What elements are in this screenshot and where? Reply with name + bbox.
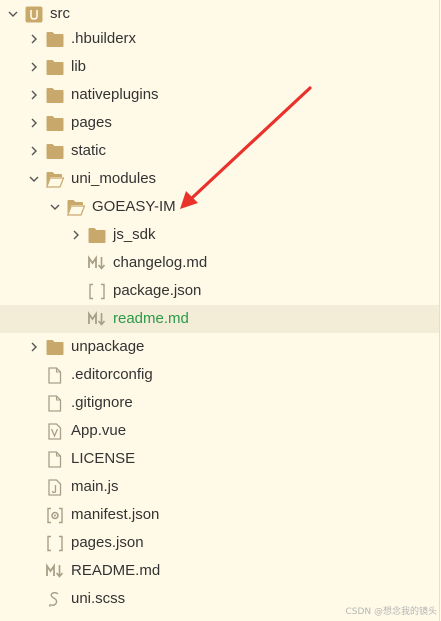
file-icon [48,451,62,468]
tree-item-package-json[interactable]: package.json [0,277,439,305]
tree-item-readme-root[interactable]: README.md [0,557,439,585]
tree-item-label: main.js [71,478,119,495]
chevron-right-icon[interactable] [71,230,81,240]
folder-icon [46,88,64,103]
chevron-right-icon[interactable] [29,34,39,44]
file-icon [48,395,62,412]
folder-open-icon [46,172,64,188]
tree-item-label: uni_modules [71,170,157,187]
folder-icon [46,60,64,75]
tree-item-uni-modules[interactable]: uni_modules [0,165,439,193]
tree-item-src[interactable]: src [0,0,439,28]
tree-item-app-vue[interactable]: App.vue [0,417,439,445]
tree-item-label: nativeplugins [71,86,159,103]
scss-file-icon [48,591,59,607]
tree-item-editorconfig[interactable]: .editorconfig [0,361,439,389]
tree-item-label: unpackage [71,338,145,355]
chevron-right-icon[interactable] [29,342,39,352]
markdown-icon [88,311,106,326]
js-file-icon [48,479,62,496]
tree-item-js-sdk[interactable]: js_sdk [0,221,439,249]
chevron-down-icon[interactable] [8,9,18,19]
folder-icon [46,32,64,47]
tree-item-changelog-md[interactable]: changelog.md [0,249,439,277]
tree-item-label: changelog.md [113,254,208,271]
tree-item-label: .hbuilderx [71,30,137,47]
tree-item-label: .editorconfig [71,366,153,383]
tree-item-label: static [71,142,107,159]
tree-item-static[interactable]: static [0,137,439,165]
tree-item-label: .gitignore [71,394,133,411]
tree-item-label: GOEASY-IM [92,198,176,215]
chevron-right-icon[interactable] [29,62,39,72]
file-explorer-tree: src .hbuilderx lib nativeplugins pages s… [0,0,440,621]
file-icon [48,367,62,384]
tree-item-label: lib [71,58,87,75]
chevron-right-icon[interactable] [29,118,39,128]
tree-item-hbuilderx[interactable]: .hbuilderx [0,25,439,53]
tree-item-label: pages.json [71,534,144,551]
tree-item-gitignore[interactable]: .gitignore [0,389,439,417]
tree-item-label: uni.scss [71,590,126,607]
tree-item-label: App.vue [71,422,127,439]
tree-item-main-js[interactable]: main.js [0,473,439,501]
tree-item-pages-json[interactable]: pages.json [0,529,439,557]
settings-file-icon [47,507,63,524]
json-icon [89,283,105,300]
markdown-icon [88,255,106,270]
folder-icon [46,340,64,355]
tree-item-label: pages [71,114,112,131]
tree-item-lib[interactable]: lib [0,53,439,81]
chevron-right-icon[interactable] [29,90,39,100]
tree-item-unpackage[interactable]: unpackage [0,333,439,361]
chevron-down-icon[interactable] [29,174,39,184]
tree-item-pages[interactable]: pages [0,109,439,137]
tree-item-label: js_sdk [113,226,156,243]
tree-item-nativeplugins[interactable]: nativeplugins [0,81,439,109]
tree-item-manifest-json[interactable]: manifest.json [0,501,439,529]
tree-item-license[interactable]: LICENSE [0,445,439,473]
folder-icon [88,228,106,243]
watermark: CSDN @想念我的镜头 [345,607,437,617]
chevron-right-icon[interactable] [29,146,39,156]
json-icon [47,535,63,552]
tree-item-label: README.md [71,562,161,579]
folder-open-icon [67,200,85,216]
tree-item-label: src [50,5,70,22]
folder-icon [46,116,64,131]
markdown-icon [46,563,64,578]
uni-project-icon [25,6,43,23]
tree-item-label: manifest.json [71,506,160,523]
tree-item-label: readme.md [113,310,189,327]
tree-item-readme-md[interactable]: readme.md [0,305,439,333]
tree-item-label: package.json [113,282,202,299]
chevron-down-icon[interactable] [50,202,60,212]
tree-item-goeasy-im[interactable]: GOEASY-IM [0,193,439,221]
tree-item-label: LICENSE [71,450,136,467]
vue-file-icon [48,423,62,440]
folder-icon [46,144,64,159]
